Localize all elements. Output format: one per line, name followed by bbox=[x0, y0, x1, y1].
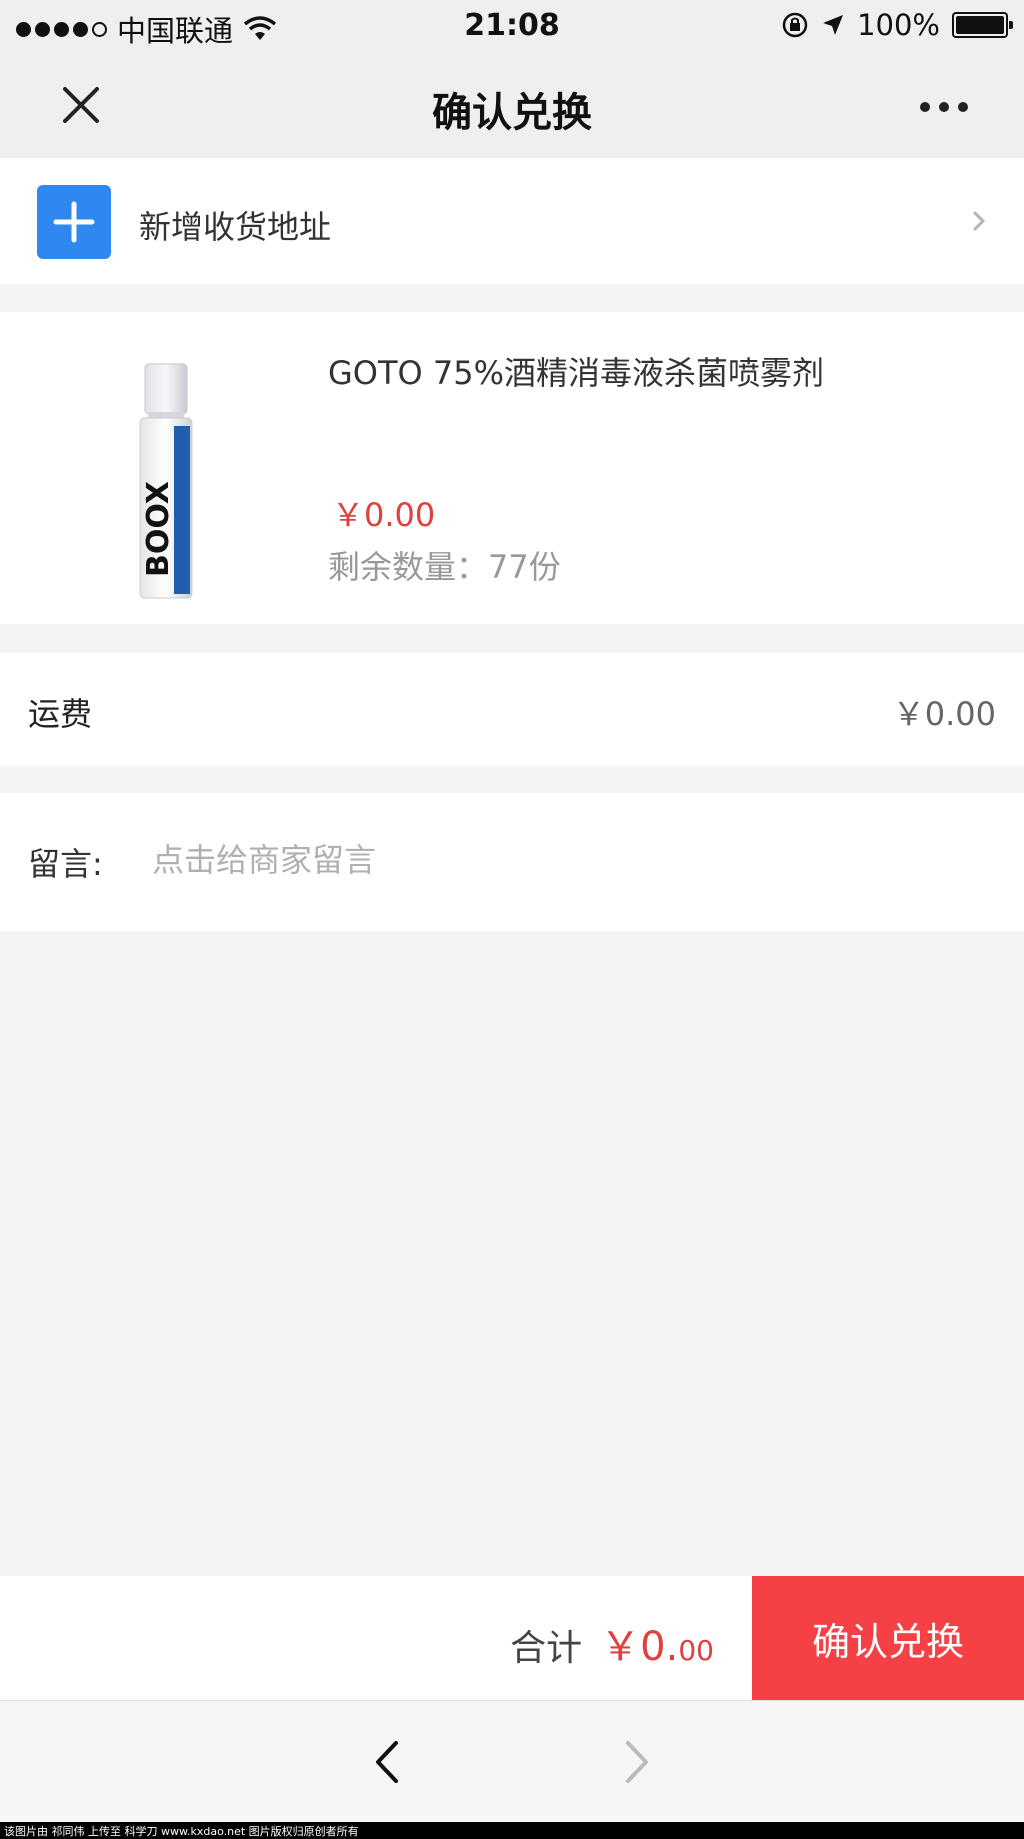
chevron-right-icon bbox=[973, 211, 986, 231]
freight-label: 运费 bbox=[28, 695, 93, 733]
add-address-row[interactable]: 新增收货地址 bbox=[0, 158, 1024, 284]
message-label: 留言: bbox=[28, 845, 103, 883]
total-price: ￥0.00 bbox=[600, 1614, 714, 1672]
confirm-exchange-button[interactable]: 确认兑换 bbox=[752, 1576, 1024, 1700]
status-bar: 中国联通 21:08 100% bbox=[0, 0, 1024, 52]
total-summary: 合计 ￥0.00 bbox=[510, 1614, 714, 1672]
product-image: BOOX bbox=[139, 363, 193, 599]
freight-value: ￥0.00 bbox=[892, 695, 996, 733]
total-amount: ￥0. bbox=[600, 1624, 679, 1670]
page-title: 确认兑换 bbox=[432, 90, 592, 136]
nav-bar: 确认兑换 bbox=[0, 52, 1024, 158]
message-input[interactable] bbox=[150, 831, 954, 889]
freight-row: 运费 ￥0.00 bbox=[0, 653, 1024, 766]
credit-bar: 该图片由 祁同伟 上传至 科学刀 www.kxdao.net 图片版权归原创者所… bbox=[0, 1822, 1024, 1839]
product-price: ￥0.00 bbox=[332, 496, 436, 534]
total-cents: 00 bbox=[678, 1634, 714, 1667]
credit-text: 该图片由 祁同伟 上传至 科学刀 www.kxdao.net 图片版权归原创者所… bbox=[4, 1825, 359, 1838]
status-right: 100% bbox=[781, 8, 1013, 42]
product-stock: 剩余数量：77份 bbox=[328, 548, 561, 586]
bottom-action-bar: 合计 ￥0.00 确认兑换 bbox=[0, 1576, 1024, 1700]
more-icon[interactable] bbox=[920, 102, 968, 112]
total-label: 合计 bbox=[510, 1628, 583, 1669]
plus-icon bbox=[37, 185, 111, 259]
battery-percent: 100% bbox=[857, 8, 940, 42]
message-row: 留言: bbox=[0, 793, 1024, 931]
product-name: GOTO 75%酒精消毒液杀菌喷雾剂 bbox=[328, 354, 825, 392]
battery-icon bbox=[952, 12, 1013, 38]
product-card: BOOX GOTO 75%酒精消毒液杀菌喷雾剂 ￥0.00 剩余数量：77份 bbox=[0, 312, 1024, 624]
add-address-label: 新增收货地址 bbox=[139, 208, 332, 246]
location-arrow-icon bbox=[823, 15, 844, 35]
forward-arrow-icon[interactable] bbox=[622, 1737, 652, 1787]
back-arrow-icon[interactable] bbox=[372, 1737, 402, 1787]
orientation-lock-icon bbox=[782, 12, 808, 38]
browser-toolbar bbox=[0, 1700, 1024, 1823]
product-image-text: BOOX bbox=[141, 481, 176, 577]
